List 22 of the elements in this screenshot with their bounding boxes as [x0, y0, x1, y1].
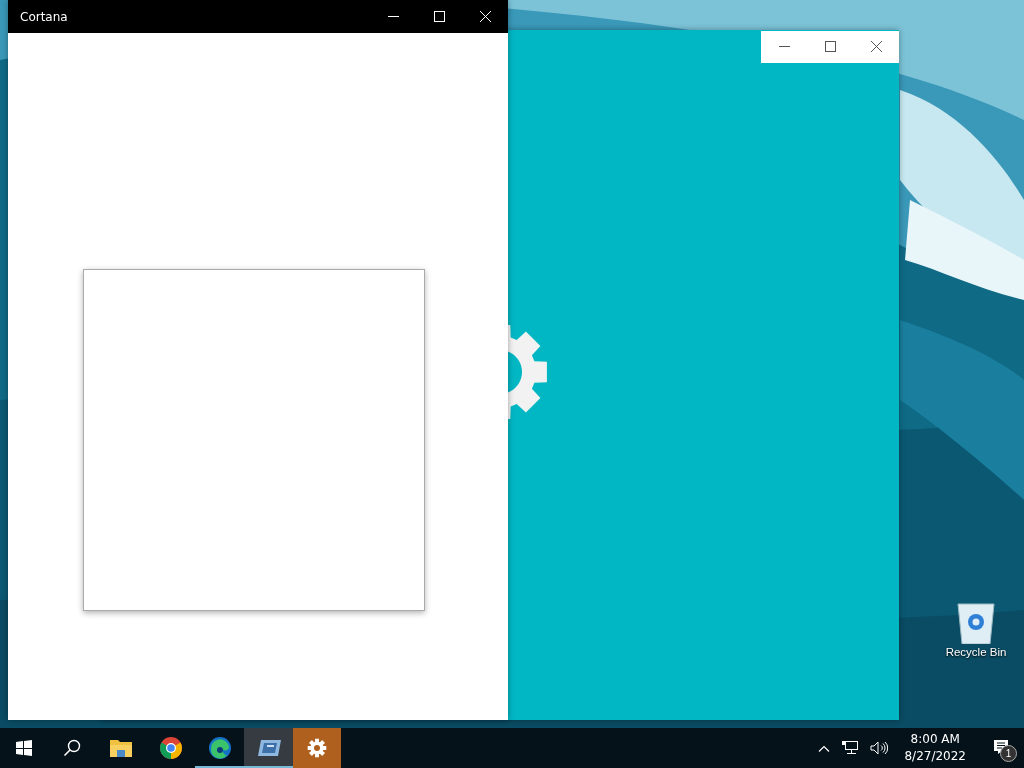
speaker-icon: [870, 741, 889, 755]
recycle-bin-icon: [956, 600, 996, 644]
notification-button[interactable]: 1: [978, 728, 1024, 768]
folder-icon: [110, 739, 132, 757]
notification-count: 1: [1000, 745, 1017, 762]
minimize-icon: [387, 16, 399, 17]
chrome-icon: [159, 737, 182, 759]
maximize-icon: [433, 11, 445, 22]
caret-icon: [818, 744, 831, 752]
minimize-icon: [778, 46, 790, 47]
desktop-icon-label: Recycle Bin: [945, 646, 1007, 658]
network-icon: [842, 741, 859, 755]
gear-icon: [307, 738, 327, 758]
maximize-icon: [824, 41, 836, 52]
search-icon: [63, 739, 81, 757]
close-icon: [870, 41, 882, 52]
close-icon: [479, 11, 491, 22]
window-title: Cortana: [19, 9, 69, 24]
windows-logo-icon: [16, 740, 32, 756]
app-window-icon: [256, 739, 281, 757]
clock-button[interactable]: 8:00 AM 8/27/2022: [896, 731, 974, 765]
edge-icon: [207, 736, 232, 760]
